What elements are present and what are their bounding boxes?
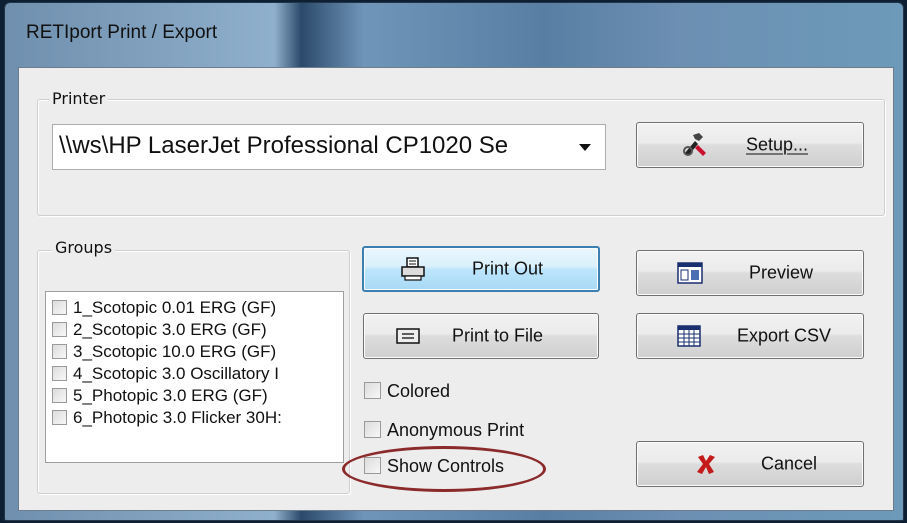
cancel-label: Cancel xyxy=(761,453,818,474)
group-checkbox[interactable] xyxy=(52,388,67,403)
group-checkbox[interactable] xyxy=(52,366,67,381)
list-item[interactable]: 1_Scotopic 0.01 ERG (GF) xyxy=(52,298,276,320)
group-checkbox[interactable] xyxy=(52,344,67,359)
annotation-circle xyxy=(342,446,546,492)
window-title: RETIport Print / Export xyxy=(26,22,218,43)
list-item[interactable]: 2_Scotopic 3.0 ERG (GF) xyxy=(52,320,267,342)
groups-list[interactable]: 1_Scotopic 0.01 ERG (GF) 2_Scotopic 3.0 … xyxy=(45,291,344,463)
preview-button[interactable]: Preview xyxy=(636,250,864,296)
tools-icon xyxy=(683,133,706,156)
close-icon xyxy=(697,455,715,474)
setup-button-label: Setup... xyxy=(746,134,809,155)
spreadsheet-icon xyxy=(677,325,701,347)
group-checkbox[interactable] xyxy=(52,322,67,337)
printer-icon xyxy=(401,257,425,281)
anonymous-print-option[interactable]: Anonymous Print xyxy=(364,420,524,441)
print-out-button[interactable]: Print Out xyxy=(362,246,600,292)
export-csv-label: Export CSV xyxy=(737,325,832,346)
print-out-label: Print Out xyxy=(472,258,544,279)
print-to-file-label: Print to File xyxy=(452,325,544,346)
printer-group-label: Printer xyxy=(49,89,109,108)
chevron-down-icon[interactable] xyxy=(579,144,591,151)
preview-label: Preview xyxy=(749,262,814,283)
cancel-button[interactable]: Cancel xyxy=(636,441,864,487)
list-item[interactable]: 5_Photopic 3.0 ERG (GF) xyxy=(52,386,268,408)
anonymous-print-checkbox[interactable] xyxy=(364,421,381,438)
list-item[interactable]: 4_Scotopic 3.0 Oscillatory I xyxy=(52,364,279,386)
groups-group-label: Groups xyxy=(52,238,116,257)
printer-select-value: \\ws\HP LaserJet Professional CP1020 Se xyxy=(59,132,509,159)
preview-icon xyxy=(677,262,703,284)
colored-option[interactable]: Colored xyxy=(364,381,450,402)
printer-select[interactable]: \\ws\HP LaserJet Professional CP1020 Se xyxy=(52,124,606,170)
list-item[interactable]: 6_Photopic 3.0 Flicker 30H: xyxy=(52,408,282,430)
group-checkbox[interactable] xyxy=(52,410,67,425)
list-item[interactable]: 3_Scotopic 10.0 ERG (GF) xyxy=(52,342,276,364)
print-to-file-button[interactable]: Print to File xyxy=(363,313,599,359)
colored-checkbox[interactable] xyxy=(364,382,381,399)
file-icon xyxy=(396,328,420,344)
export-csv-button[interactable]: Export CSV xyxy=(636,313,864,359)
setup-button[interactable]: Setup... xyxy=(636,122,864,168)
group-checkbox[interactable] xyxy=(52,300,67,315)
